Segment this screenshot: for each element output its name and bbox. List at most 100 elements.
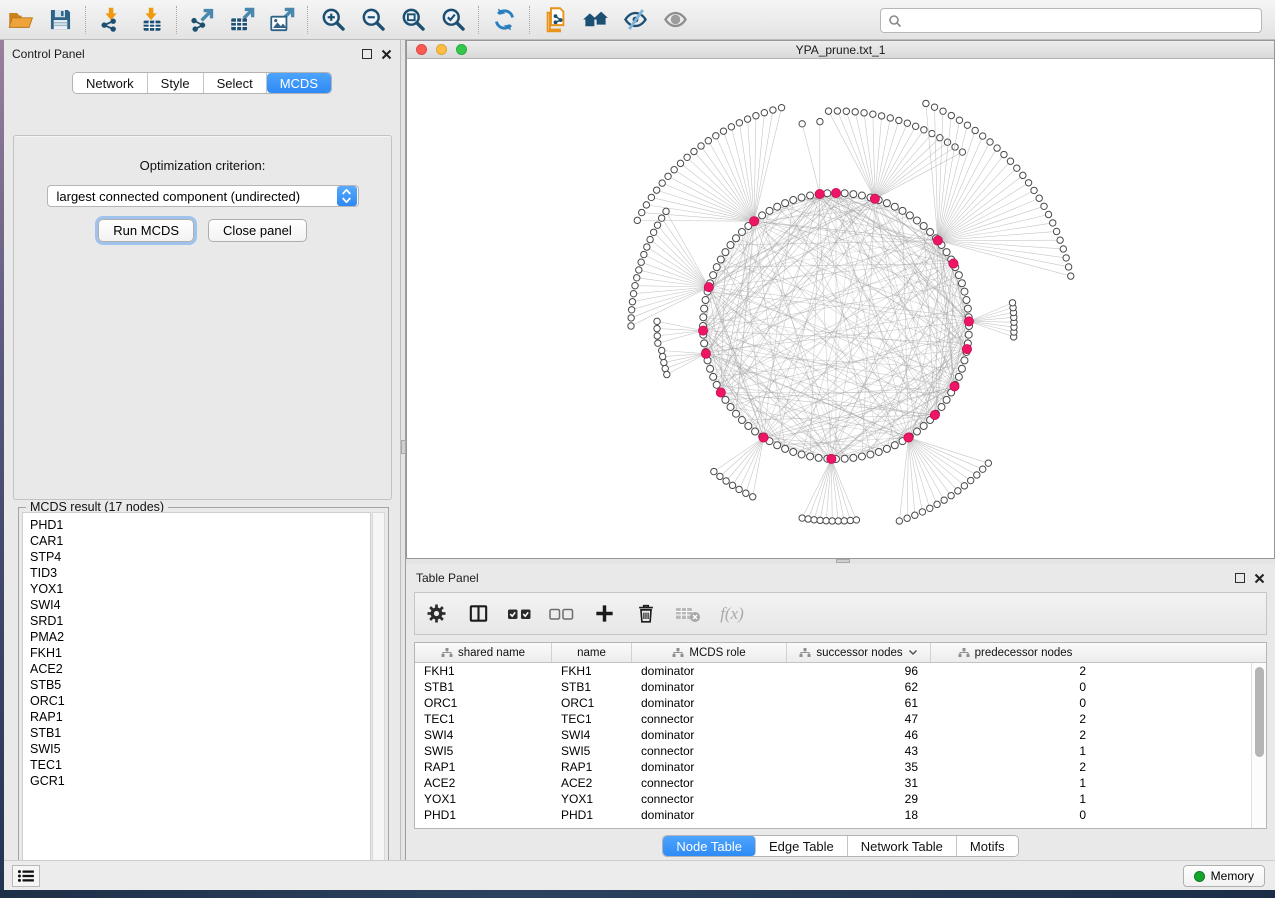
network-hub-node[interactable] (964, 317, 973, 326)
mcds-result-item[interactable]: SWI5 (30, 741, 370, 757)
network-leaf-node[interactable] (934, 501, 940, 507)
network-node[interactable] (875, 448, 882, 455)
mcds-result-item[interactable]: RAP1 (30, 709, 370, 725)
network-hub-node[interactable] (704, 283, 713, 292)
network-leaf-node[interactable] (912, 512, 918, 518)
network-leaf-node[interactable] (994, 145, 1000, 151)
network-leaf-node[interactable] (698, 143, 704, 149)
network-node[interactable] (958, 365, 965, 372)
network-leaf-node[interactable] (1014, 165, 1020, 171)
network-leaf-node[interactable] (629, 299, 635, 305)
network-leaf-node[interactable] (944, 139, 950, 145)
network-leaf-node[interactable] (921, 127, 927, 133)
mcds-result-item[interactable]: ORC1 (30, 693, 370, 709)
close-panel-icon[interactable] (381, 49, 392, 60)
network-leaf-node[interactable] (658, 215, 664, 221)
network-node[interactable] (738, 228, 745, 235)
network-leaf-node[interactable] (654, 318, 660, 324)
import-table-icon[interactable] (131, 3, 171, 37)
network-leaf-node[interactable] (1007, 158, 1013, 164)
mcds-result-item[interactable]: STB5 (30, 677, 370, 693)
network-hub-node[interactable] (949, 259, 958, 268)
mcds-result-item[interactable]: GCR1 (30, 773, 370, 789)
mcds-result-item[interactable]: STP4 (30, 549, 370, 565)
export-network-icon[interactable] (182, 3, 222, 37)
network-leaf-node[interactable] (948, 112, 954, 118)
network-leaf-node[interactable] (985, 460, 991, 466)
network-node[interactable] (713, 264, 720, 271)
export-image-icon[interactable] (262, 3, 302, 37)
network-node[interactable] (710, 272, 717, 279)
network-node[interactable] (790, 448, 797, 455)
network-node[interactable] (883, 200, 890, 207)
network-node[interactable] (815, 454, 822, 461)
network-leaf-node[interactable] (861, 110, 867, 116)
network-leaf-node[interactable] (644, 244, 650, 250)
network-leaf-node[interactable] (904, 120, 910, 126)
network-leaf-node[interactable] (919, 509, 925, 515)
network-leaf-node[interactable] (711, 468, 717, 474)
horizontal-splitter-handle[interactable] (836, 559, 850, 563)
network-node[interactable] (722, 249, 729, 256)
network-leaf-node[interactable] (929, 130, 935, 136)
network-leaf-node[interactable] (713, 133, 719, 139)
network-leaf-node[interactable] (632, 283, 638, 289)
network-leaf-node[interactable] (736, 486, 742, 492)
network-leaf-node[interactable] (972, 127, 978, 133)
split-pane-icon[interactable] (457, 596, 499, 632)
network-leaf-node[interactable] (736, 120, 742, 126)
network-node[interactable] (745, 422, 752, 429)
network-leaf-node[interactable] (1050, 220, 1056, 226)
add-column-icon[interactable] (583, 596, 625, 632)
network-leaf-node[interactable] (1063, 255, 1069, 261)
network-leaf-node[interactable] (1053, 228, 1059, 234)
network-leaf-node[interactable] (829, 518, 835, 524)
network-node[interactable] (717, 256, 724, 263)
network-node[interactable] (710, 373, 717, 380)
network-node[interactable] (701, 305, 708, 312)
mcds-result-item[interactable]: SRD1 (30, 613, 370, 629)
network-leaf-node[interactable] (1057, 237, 1063, 243)
network-leaf-node[interactable] (923, 100, 929, 106)
network-leaf-node[interactable] (927, 505, 933, 511)
network-hub-node[interactable] (759, 433, 768, 442)
network-leaf-node[interactable] (729, 482, 735, 488)
network-leaf-node[interactable] (1036, 195, 1042, 201)
network-leaf-node[interactable] (817, 517, 823, 523)
network-node[interactable] (963, 297, 970, 304)
network-leaf-node[interactable] (691, 148, 697, 154)
network-leaf-node[interactable] (799, 121, 805, 127)
criterion-dropdown[interactable]: largest connected component (undirected) (47, 185, 359, 207)
network-leaf-node[interactable] (677, 160, 683, 166)
mcds-result-item[interactable]: TID3 (30, 565, 370, 581)
tab-node-table[interactable]: Node Table (663, 836, 756, 856)
task-history-button[interactable] (12, 865, 40, 887)
network-hub-node[interactable] (831, 188, 840, 197)
close-panel-icon[interactable] (1254, 573, 1265, 584)
table-row[interactable]: SWI5SWI5connector431 (415, 743, 1251, 759)
network-hub-node[interactable] (933, 236, 942, 245)
network-node[interactable] (782, 200, 789, 207)
network-leaf-node[interactable] (750, 494, 756, 500)
network-node[interactable] (961, 357, 968, 364)
network-node[interactable] (700, 314, 707, 321)
network-leaf-node[interactable] (835, 518, 841, 524)
network-leaf-node[interactable] (744, 116, 750, 122)
network-leaf-node[interactable] (761, 110, 767, 116)
network-node[interactable] (722, 396, 729, 403)
column-header-mcds-role[interactable]: MCDS role (632, 643, 787, 662)
network-leaf-node[interactable] (852, 109, 858, 115)
network-leaf-node[interactable] (967, 477, 973, 483)
zoom-out-icon[interactable] (353, 3, 393, 37)
network-node[interactable] (858, 192, 865, 199)
network-leaf-node[interactable] (825, 108, 831, 114)
network-node[interactable] (891, 442, 898, 449)
network-leaf-node[interactable] (948, 492, 954, 498)
network-node[interactable] (943, 396, 950, 403)
network-node[interactable] (891, 203, 898, 210)
network-leaf-node[interactable] (659, 180, 665, 186)
network-leaf-node[interactable] (641, 251, 647, 257)
table-row[interactable]: PHD1PHD1dominator180 (415, 807, 1251, 823)
network-leaf-node[interactable] (659, 353, 665, 359)
network-leaf-node[interactable] (665, 173, 671, 179)
